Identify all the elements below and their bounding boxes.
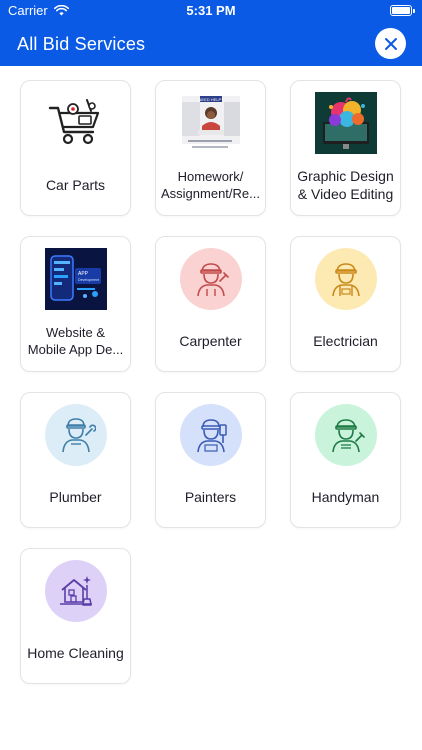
battery-icon [390, 5, 415, 16]
service-label: Home Cleaning [27, 644, 124, 661]
service-label: Carpenter [179, 332, 242, 349]
homework-sign: NEED HELP? [198, 97, 224, 102]
service-card-home-cleaning[interactable]: Home Cleaning [20, 548, 131, 684]
close-button[interactable] [375, 28, 406, 59]
app-development-image: APP Development [44, 248, 107, 310]
service-card-graphic-design[interactable]: Graphic Design & Video Editing [290, 80, 401, 216]
service-label: Homework/ Assignment/Re... [161, 168, 260, 201]
service-card-homework[interactable]: NEED HELP? Homework/ Assignment/Re... [155, 80, 266, 216]
painter-icon [179, 404, 242, 466]
service-label: Plumber [49, 488, 102, 505]
service-label: Handyman [311, 488, 380, 505]
svg-text:Development: Development [78, 278, 99, 282]
close-icon [384, 37, 397, 50]
graphic-design-image [314, 92, 377, 154]
service-card-handyman[interactable]: Handyman [290, 392, 401, 528]
service-card-car-parts[interactable]: Car Parts [20, 80, 131, 216]
plumber-icon [44, 404, 107, 466]
handyman-icon [314, 404, 377, 466]
shopping-cart-parts-icon [45, 92, 107, 154]
services-grid: Car Parts NEED HELP? Homework/ Assignmen… [20, 80, 401, 684]
nav-bar: All Bid Services [0, 22, 422, 66]
home-cleaning-icon [44, 560, 107, 622]
service-card-electrician[interactable]: Electrician [290, 236, 401, 372]
svg-text:APP: APP [78, 271, 89, 277]
service-label: Graphic Design & Video Editing [297, 167, 394, 202]
status-time: 5:31 PM [186, 3, 236, 18]
service-label: Electrician [313, 332, 378, 349]
service-label: Painters [184, 488, 237, 505]
electrician-icon [314, 248, 377, 310]
service-label: Car Parts [45, 176, 106, 193]
service-card-website-app[interactable]: APP Development Website & Mobile App De.… [20, 236, 131, 372]
carpenter-icon [179, 248, 242, 310]
service-label: Website & Mobile App De... [27, 324, 124, 357]
service-card-painters[interactable]: Painters [155, 392, 266, 528]
page-title: All Bid Services [17, 34, 146, 54]
service-card-plumber[interactable]: Plumber [20, 392, 131, 528]
homework-image: NEED HELP? [179, 92, 242, 154]
service-card-carpenter[interactable]: Carpenter [155, 236, 266, 372]
status-bar: Carrier 5:31 PM [0, 0, 422, 22]
